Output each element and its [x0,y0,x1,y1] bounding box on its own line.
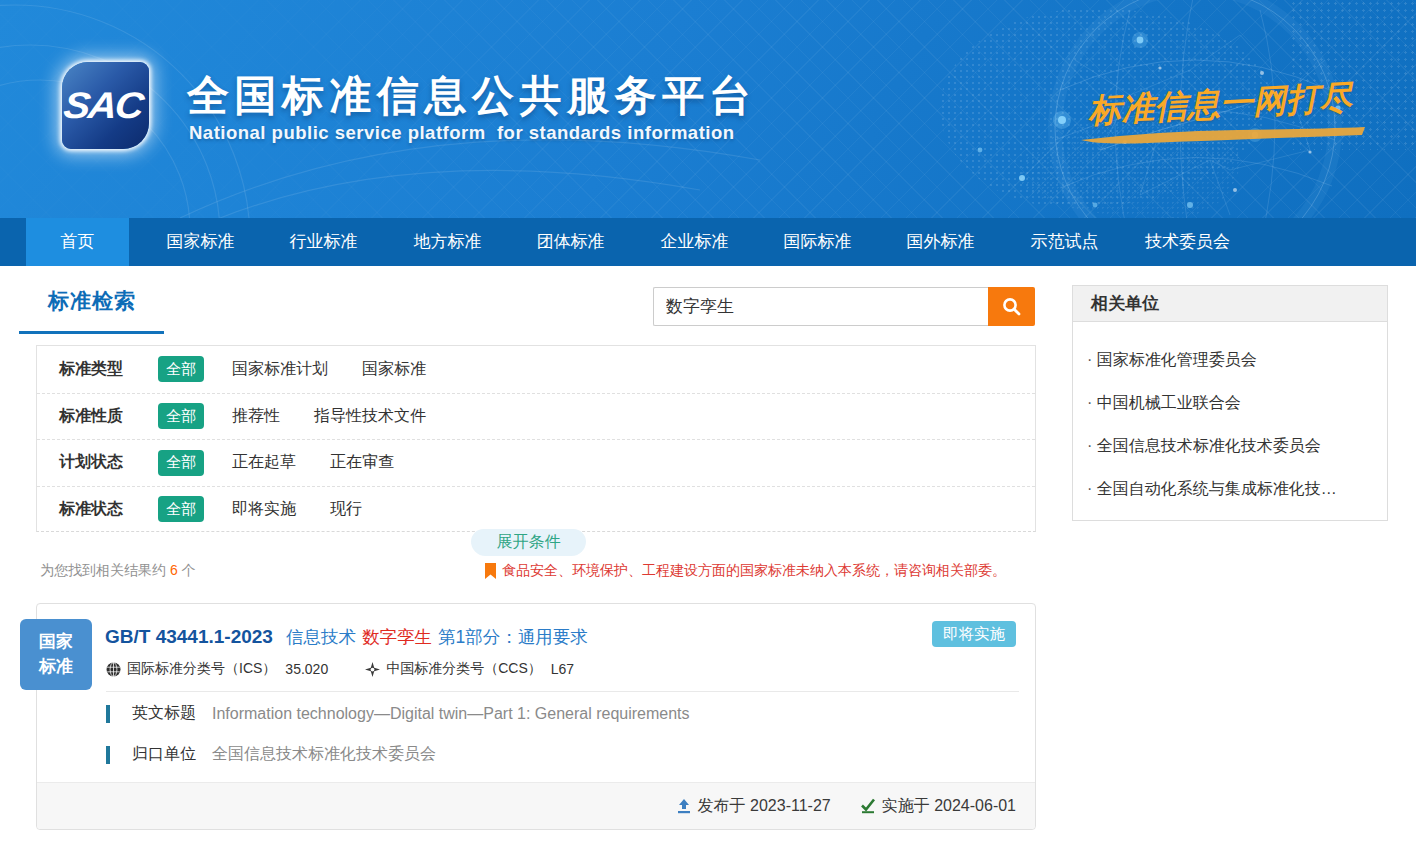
committee-label: 归口单位 [132,744,196,765]
filter-row-standard-type: 标准类型 全部 国家标准计划 国家标准 [37,346,1035,393]
published-label: 发布于 [698,796,746,817]
related-units-title: 相关单位 [1073,286,1387,322]
nav-item-local-standards[interactable]: 地方标准 [396,218,499,266]
site-title: 全国标准信息公共服务平台 [187,68,757,124]
committee-row: 归口单位 全国信息技术标准化技术委员会 [106,744,436,765]
badge-line1: 国家 [39,632,73,651]
published-date: 2023-11-27 [750,797,831,815]
filter-label: 计划状态 [37,452,158,473]
filter-option[interactable]: 正在起草 [232,452,296,473]
title-segment[interactable]: 第1部分：通用要求 [438,625,588,649]
classification-meta: 国际标准分类号（ICS） 35.020 中国标准分类号（CCS） L67 [106,660,574,678]
related-unit-item[interactable]: 全国信息技术标准化技术委员会 [1087,424,1387,467]
filter-panel: 标准类型 全部 国家标准计划 国家标准 标准性质 全部 推荐性 指导性技术文件 … [36,345,1036,532]
title-segment[interactable]: 信息技术 [286,625,356,649]
status-badge: 即将实施 [932,621,1016,647]
nav-item-foreign-standards[interactable]: 国外标准 [889,218,992,266]
search-button[interactable] [988,287,1035,326]
filter-option[interactable]: 推荐性 [232,406,280,427]
related-unit-item[interactable]: 国家标准化管理委员会 [1087,338,1387,381]
main-nav: 首页 国家标准 行业标准 地方标准 团体标准 企业标准 国际标准 国外标准 示范… [0,218,1416,266]
related-units-panel: 相关单位 国家标准化管理委员会 中国机械工业联合会 全国信息技术标准化技术委员会… [1072,285,1388,521]
upload-icon [676,798,692,814]
ics-value: 35.020 [285,661,328,677]
globe-icon [106,662,121,677]
result-summary-suffix: 个 [182,562,196,578]
site-subtitle: National public service platform for sta… [189,122,735,144]
title-highlight[interactable]: 数字孪生 [362,625,432,649]
row-accent-bar [106,746,110,764]
filter-all-button[interactable]: 全部 [158,356,204,382]
filter-all-button[interactable]: 全部 [158,496,204,522]
expand-conditions-button[interactable]: 展开条件 [471,529,586,556]
english-title-row: 英文标题 Information technology—Digital twin… [106,703,690,724]
implemented-date: 2024-06-01 [934,797,1016,815]
nav-item-pilot-projects[interactable]: 示范试点 [1013,218,1116,266]
committee-value: 全国信息技术标准化技术委员会 [212,744,436,765]
sac-logo-text: SAC [61,85,149,127]
badge-line2: 标准 [39,657,73,676]
filter-option[interactable]: 现行 [330,499,362,520]
search-input[interactable] [653,287,988,326]
ics-label: 国际标准分类号（ICS） [127,660,276,678]
filter-all-button[interactable]: 全部 [158,403,204,429]
standard-code-link[interactable]: GB/T 43441.1-2023 [105,626,273,648]
nav-item-international-standards[interactable]: 国际标准 [766,218,869,266]
result-count: 6 [166,562,182,578]
nav-list: 首页 国家标准 行业标准 地方标准 团体标准 企业标准 国际标准 国外标准 示范… [0,218,1416,266]
bookmark-icon [484,563,497,580]
sac-logo[interactable]: SAC [62,62,149,149]
row-accent-bar [106,705,110,723]
system-notice: 食品安全、环境保护、工程建设方面的国家标准未纳入本系统，请咨询相关部委。 [484,562,1006,580]
check-icon [860,798,876,814]
filter-all-button[interactable]: 全部 [158,450,204,476]
result-summary: 为您找到相关结果约6个 [40,562,196,580]
related-units-list: 国家标准化管理委员会 中国机械工业联合会 全国信息技术标准化技术委员会 全国自动… [1073,322,1387,510]
standard-search-tab[interactable]: 标准检索 [48,287,136,315]
page: SAC 全国标准信息公共服务平台 National public service… [0,0,1416,845]
filter-option[interactable]: 指导性技术文件 [314,406,426,427]
filter-row-plan-status: 计划状态 全部 正在起草 正在审查 [37,439,1035,486]
national-standard-badge: 国家标准 [20,619,92,690]
related-unit-item[interactable]: 全国自动化系统与集成标准化技… [1087,467,1387,510]
filter-option[interactable]: 国家标准 [362,359,426,380]
implemented-label: 实施于 [882,796,930,817]
english-title-value: Information technology—Digital twin—Part… [212,705,690,723]
nav-item-group-standards[interactable]: 团体标准 [519,218,622,266]
slogan-underline-stroke [1078,124,1368,146]
result-summary-prefix: 为您找到相关结果约 [40,562,166,578]
nav-item-enterprise-standards[interactable]: 企业标准 [643,218,746,266]
notice-text: 食品安全、环境保护、工程建设方面的国家标准未纳入本系统，请咨询相关部委。 [502,562,1006,580]
ccs-value: L67 [551,661,574,677]
nav-item-national-standards[interactable]: 国家标准 [149,218,252,266]
nav-item-technical-committees[interactable]: 技术委员会 [1136,218,1239,266]
header-banner: SAC 全国标准信息公共服务平台 National public service… [0,0,1416,218]
card-footer: 发布于 2023-11-27 实施于 2024-06-01 [37,782,1035,829]
filter-label: 标准性质 [37,406,158,427]
standard-search-tab-underline [19,331,164,334]
filter-option[interactable]: 正在审查 [330,452,394,473]
filter-option[interactable]: 即将实施 [232,499,296,520]
ccs-label: 中国标准分类号（CCS） [386,660,542,678]
filter-label: 标准状态 [37,499,158,520]
filter-row-standard-status: 标准状态 全部 即将实施 现行 [37,486,1035,533]
filter-label: 标准类型 [37,359,158,380]
result-title: GB/T 43441.1-2023 信息技术 数字孪生 第1部分：通用要求 [105,623,594,651]
card-divider [106,691,1019,692]
related-unit-item[interactable]: 中国机械工业联合会 [1087,381,1387,424]
compass-icon [365,662,380,677]
english-title-label: 英文标题 [132,703,196,724]
nav-item-home[interactable]: 首页 [26,218,129,266]
filter-row-standard-nature: 标准性质 全部 推荐性 指导性技术文件 [37,393,1035,440]
nav-item-industry-standards[interactable]: 行业标准 [272,218,375,266]
filter-option[interactable]: 国家标准计划 [232,359,328,380]
result-card: 国家标准 GB/T 43441.1-2023 信息技术 数字孪生 第1部分：通用… [36,603,1036,830]
magnifier-icon [1001,296,1022,317]
